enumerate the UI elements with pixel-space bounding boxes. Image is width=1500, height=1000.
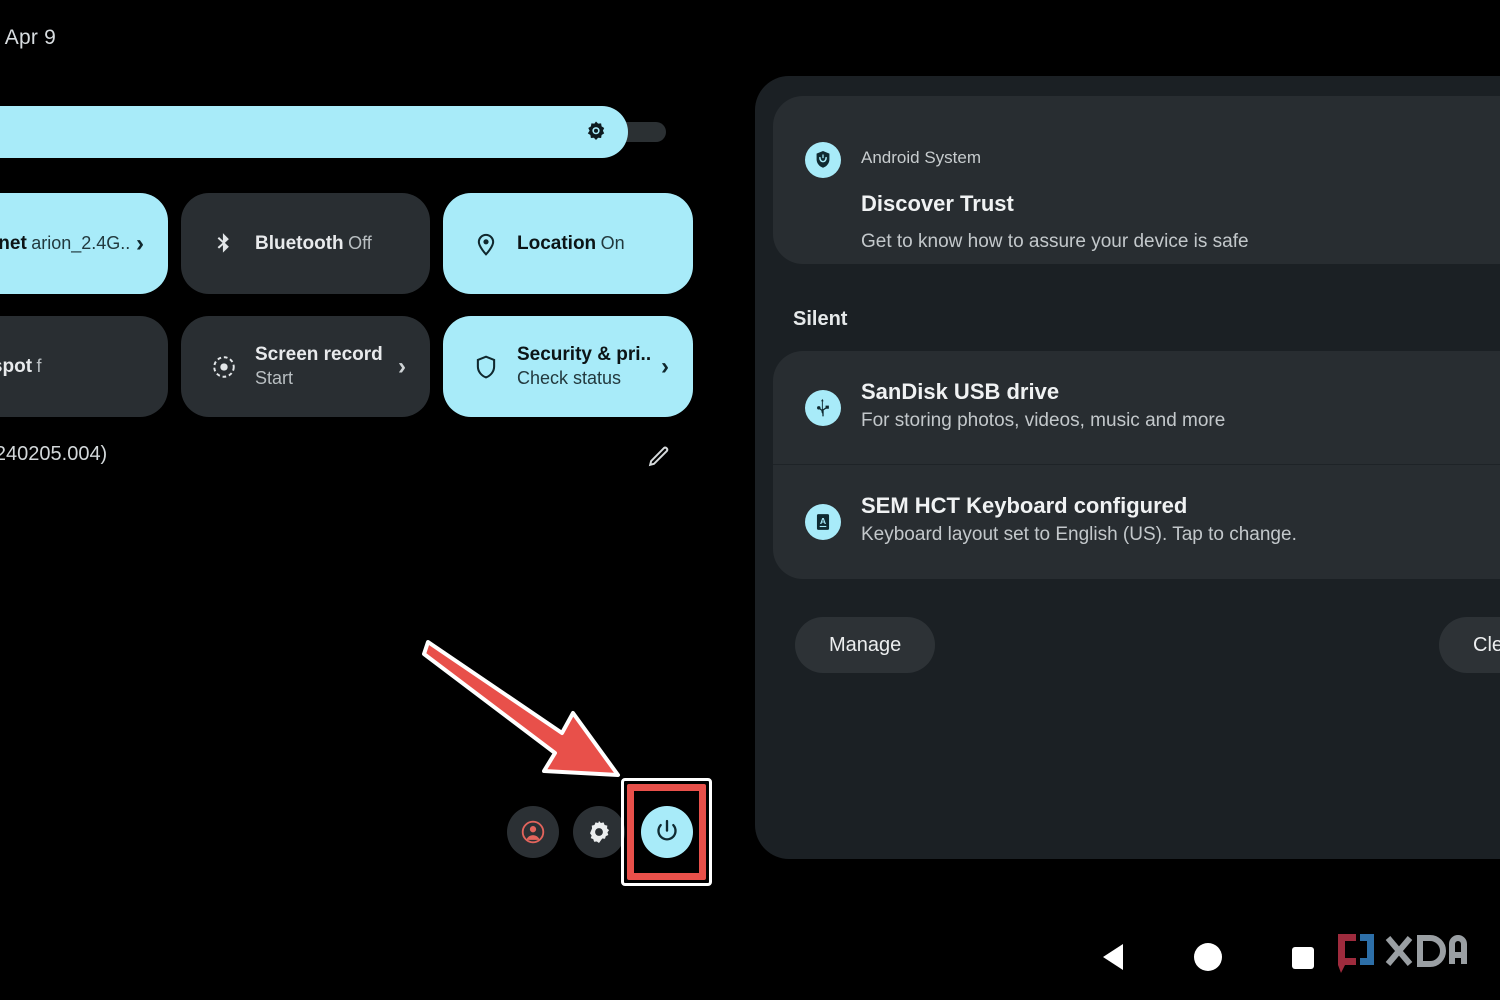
bluetooth-icon: [211, 231, 237, 257]
notification-sem-hct-keyboard[interactable]: A SEM HCT Keyboard configured Keyboard l…: [773, 465, 1500, 579]
tile-title: otspot: [0, 355, 33, 377]
power-icon: [657, 819, 677, 841]
record-icon: [211, 354, 237, 380]
tile-title: ternet: [0, 232, 27, 254]
tile-title: Security & pri..: [517, 343, 652, 365]
shield-icon: [473, 354, 499, 380]
tile-screen-record[interactable]: Screen record Start ›: [181, 316, 430, 417]
notification-app-name: Android System: [861, 148, 981, 167]
notification-group-alerting: Android System Discover Trust Get to kno…: [773, 96, 1500, 264]
notification-body: Get to know how to assure your device is…: [861, 231, 1249, 252]
svg-text:A: A: [820, 516, 827, 526]
tile-title: Bluetooth: [255, 232, 344, 254]
notification-shade: Android System Discover Trust Get to kno…: [755, 76, 1500, 859]
android-quick-settings-screen: e, Apr 9 ternet arion_2.4G.. › Bluetooth…: [0, 0, 1500, 1000]
annotation-arrow-icon: [422, 640, 620, 777]
notification-group-silent: SanDisk USB drive For storing photos, vi…: [773, 351, 1500, 579]
clear-all-button[interactable]: Clea: [1439, 617, 1500, 673]
recents-square-icon[interactable]: [1292, 947, 1314, 969]
notification-body: For storing photos, videos, music and mo…: [861, 410, 1226, 431]
tile-subtitle: On: [600, 232, 625, 253]
notification-title: SEM HCT Keyboard configured: [861, 493, 1188, 518]
tile-internet[interactable]: ternet arion_2.4G.. ›: [0, 193, 168, 294]
build-info-text: A.240205.004): [0, 443, 108, 465]
back-triangle-icon[interactable]: [1103, 944, 1123, 970]
tile-bluetooth[interactable]: Bluetooth Off: [181, 193, 430, 294]
notification-sandisk-usb[interactable]: SanDisk USB drive For storing photos, vi…: [773, 351, 1500, 465]
tile-title: Screen record: [255, 343, 383, 365]
notification-android-system-trust[interactable]: Android System Discover Trust Get to kno…: [773, 96, 1500, 264]
status-date: e, Apr 9: [0, 26, 56, 49]
user-switcher-button[interactable]: [507, 806, 559, 858]
notification-title: Discover Trust: [861, 191, 1014, 216]
xda-watermark: [1338, 934, 1467, 973]
android-system-shield-icon: [805, 142, 841, 178]
gear-icon: [590, 820, 610, 844]
notification-body: Keyboard layout set to English (US). Tap…: [861, 524, 1297, 545]
keyboard-language-icon: A: [805, 504, 841, 540]
tile-subtitle: arion_2.4G..: [31, 232, 131, 253]
manage-button[interactable]: Manage: [795, 617, 936, 673]
tile-security-privacy[interactable]: Security & pri.. Check status ›: [443, 316, 693, 417]
brightness-slider[interactable]: [0, 106, 670, 158]
home-circle-icon[interactable]: [1194, 943, 1222, 971]
tile-subtitle: Off: [348, 232, 372, 253]
power-button[interactable]: [641, 806, 693, 858]
silent-section-label: Silent: [793, 308, 848, 330]
chevron-right-icon[interactable]: ›: [398, 354, 406, 379]
tile-subtitle: Start: [255, 367, 294, 388]
chevron-right-icon[interactable]: ›: [136, 231, 144, 256]
settings-button[interactable]: [573, 806, 625, 858]
edit-icon[interactable]: [646, 444, 671, 469]
location-pin-icon: [473, 231, 499, 257]
brightness-fill: [0, 106, 628, 158]
tile-subtitle: Check status: [517, 367, 622, 388]
user-avatar-icon: [521, 820, 545, 844]
tile-subtitle: f: [36, 355, 42, 376]
usb-icon: [805, 390, 841, 426]
notification-title: SanDisk USB drive: [861, 379, 1060, 404]
chevron-right-icon[interactable]: ›: [661, 354, 669, 379]
tile-title: Location: [517, 232, 597, 254]
tile-hotspot[interactable]: otspot f: [0, 316, 168, 417]
brightness-icon: [587, 121, 605, 140]
tile-location[interactable]: Location On: [443, 193, 693, 294]
